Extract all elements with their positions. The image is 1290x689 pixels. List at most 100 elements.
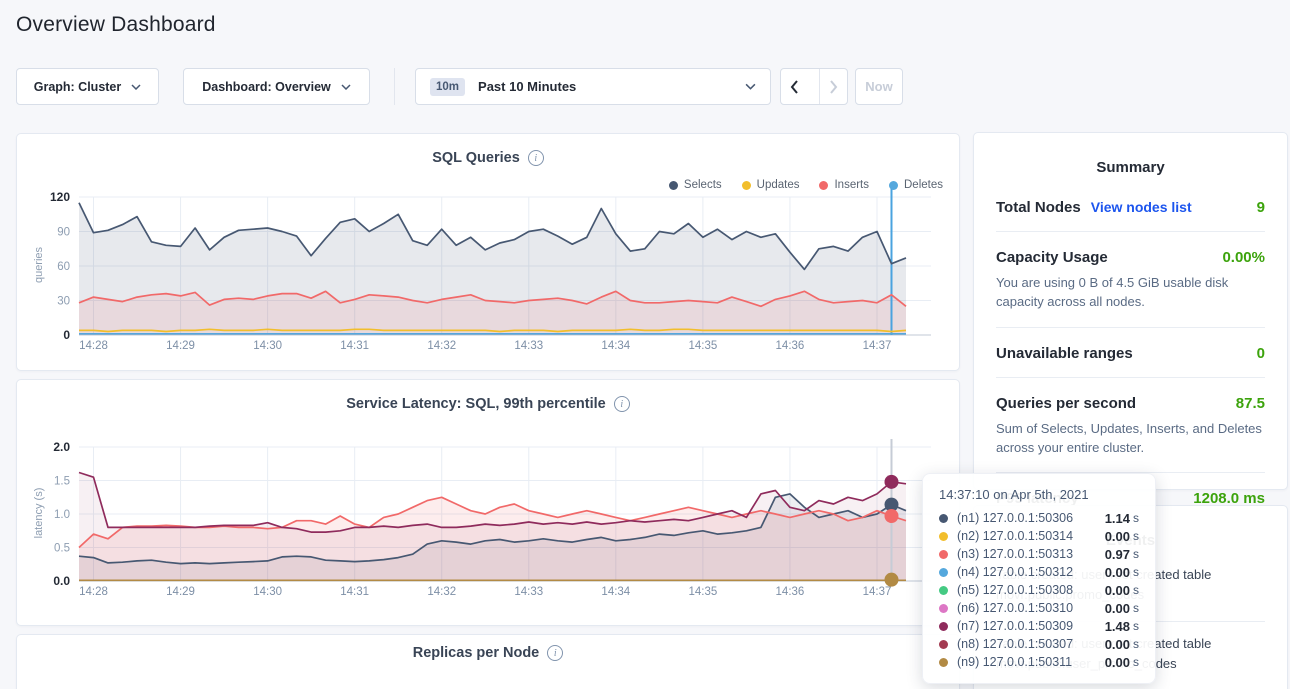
summary-row-value: 9 (1257, 199, 1265, 216)
svg-text:14:33: 14:33 (514, 340, 543, 352)
tooltip-node-row: (n1) 127.0.0.1:503061.14s (939, 509, 1139, 527)
service-latency-card: Service Latency: SQL, 99th percentile i … (16, 379, 960, 626)
svg-text:14:30: 14:30 (253, 586, 282, 598)
svg-text:2.0: 2.0 (53, 440, 70, 454)
tooltip-node-value: 0.97 (1105, 547, 1130, 562)
node-color-dot-icon (939, 640, 948, 649)
time-range-badge: 10m (430, 78, 465, 96)
tooltip-node-unit: s (1133, 583, 1139, 597)
page-title: Overview Dashboard (16, 13, 216, 37)
tooltip-timestamp: 14:37:10 on Apr 5th, 2021 (939, 487, 1139, 502)
overview-dashboard-page: Overview Dashboard Graph: Cluster Dashbo… (0, 0, 1290, 689)
svg-text:14:32: 14:32 (427, 586, 456, 598)
tooltip-node-address: (n4) 127.0.0.1:50312 (957, 565, 1105, 579)
node-color-dot-icon (939, 550, 948, 559)
now-button[interactable]: Now (855, 68, 903, 105)
replicas-title-row: Replicas per Node i (17, 645, 959, 661)
summary-row-value: 87.5 (1236, 395, 1265, 412)
sql-queries-chart[interactable]: 14:2814:2914:3014:3114:3214:3314:3414:35… (17, 134, 961, 372)
tooltip-node-row: (n5) 127.0.0.1:503080.00s (939, 581, 1139, 599)
svg-text:14:28: 14:28 (79, 586, 108, 598)
svg-text:14:29: 14:29 (166, 586, 195, 598)
tooltip-node-address: (n1) 127.0.0.1:50306 (957, 511, 1105, 525)
summary-title: Summary (974, 159, 1287, 176)
dashboard-dropdown-label: Dashboard: Overview (202, 80, 331, 94)
node-color-dot-icon (939, 514, 948, 523)
tooltip-node-unit: s (1133, 601, 1139, 615)
next-range-button[interactable] (819, 69, 847, 104)
summary-row-description: You are using 0 B of 4.5 GiB usable disk… (996, 274, 1265, 312)
chevron-down-icon (745, 83, 756, 90)
summary-row-value: 0 (1257, 345, 1265, 362)
tooltip-node-value: 0.00 (1105, 583, 1130, 598)
svg-text:14:29: 14:29 (166, 340, 195, 352)
replicas-per-node-card: Replicas per Node i (16, 634, 960, 689)
node-color-dot-icon (939, 604, 948, 613)
tooltip-node-value: 1.48 (1105, 619, 1130, 634)
svg-text:1.0: 1.0 (54, 509, 70, 521)
tooltip-node-row: (n3) 127.0.0.1:503130.97s (939, 545, 1139, 563)
tooltip-node-value: 0.00 (1105, 655, 1130, 670)
tooltip-node-row: (n4) 127.0.0.1:503120.00s (939, 563, 1139, 581)
tooltip-node-address: (n2) 127.0.0.1:50314 (957, 529, 1105, 543)
time-range-label: Past 10 Minutes (478, 79, 576, 94)
chart-hover-tooltip: 14:37:10 on Apr 5th, 2021 (n1) 127.0.0.1… (922, 473, 1156, 684)
svg-text:14:34: 14:34 (601, 586, 630, 598)
summary-row: Queries per second87.5Sum of Selects, Up… (996, 377, 1265, 473)
previous-range-button[interactable] (781, 69, 809, 104)
svg-text:14:28: 14:28 (79, 340, 108, 352)
graph-dropdown[interactable]: Graph: Cluster (16, 68, 159, 105)
summary-row-label: Total Nodes (996, 199, 1081, 216)
time-range-dropdown[interactable]: 10m Past 10 Minutes (415, 68, 771, 105)
summary-rows: Total Nodes View nodes list 9 Capacity Usag… (974, 176, 1287, 522)
tooltip-node-unit: s (1133, 547, 1139, 561)
svg-text:90: 90 (57, 227, 70, 239)
svg-text:0.0: 0.0 (53, 574, 70, 588)
svg-text:14:36: 14:36 (776, 340, 805, 352)
summary-row-value: 0.00% (1222, 249, 1265, 266)
tooltip-node-row: (n6) 127.0.0.1:503100.00s (939, 599, 1139, 617)
summary-panel: Summary Total Nodes View nodes list 9 Capac… (973, 132, 1288, 490)
tooltip-node-address: (n9) 127.0.0.1:50311 (957, 655, 1105, 669)
tooltip-node-rows: (n1) 127.0.0.1:503061.14s(n2) 127.0.0.1:… (939, 509, 1139, 671)
summary-row: Total Nodes View nodes list 9 (996, 182, 1265, 231)
svg-text:14:33: 14:33 (514, 586, 543, 598)
svg-text:14:36: 14:36 (776, 586, 805, 598)
svg-text:1.5: 1.5 (54, 476, 70, 488)
svg-text:120: 120 (50, 190, 70, 204)
summary-row-label: Capacity Usage (996, 249, 1108, 266)
tooltip-node-address: (n7) 127.0.0.1:50309 (957, 619, 1105, 633)
svg-text:0: 0 (63, 328, 70, 342)
svg-text:60: 60 (57, 261, 70, 273)
chevron-down-icon (341, 84, 351, 90)
tooltip-node-address: (n8) 127.0.0.1:50307 (957, 637, 1105, 651)
svg-text:14:35: 14:35 (688, 586, 717, 598)
node-color-dot-icon (939, 622, 948, 631)
tooltip-node-row: (n7) 127.0.0.1:503091.48s (939, 617, 1139, 635)
tooltip-node-unit: s (1133, 655, 1139, 669)
tooltip-node-unit: s (1133, 619, 1139, 633)
summary-row-label: Queries per second (996, 395, 1136, 412)
svg-text:30: 30 (57, 296, 70, 308)
svg-text:14:31: 14:31 (340, 586, 369, 598)
svg-text:14:31: 14:31 (340, 340, 369, 352)
tooltip-node-row: (n2) 127.0.0.1:503140.00s (939, 527, 1139, 545)
tooltip-node-address: (n6) 127.0.0.1:50310 (957, 601, 1105, 615)
node-color-dot-icon (939, 568, 948, 577)
tooltip-node-value: 0.00 (1105, 565, 1130, 580)
node-color-dot-icon (939, 532, 948, 541)
service-latency-chart[interactable]: 14:28 14:29 14:30 14:31 14:32 14:33 14:34 14:35… (17, 380, 961, 627)
view-nodes-list-link[interactable]: View nodes list (1091, 199, 1192, 215)
tooltip-node-unit: s (1133, 529, 1139, 543)
sql-queries-card: SQL Queries i SelectsUpdatesInsertsDelet… (16, 133, 960, 371)
tooltip-node-unit: s (1133, 637, 1139, 651)
tooltip-node-unit: s (1133, 511, 1139, 525)
dashboard-dropdown[interactable]: Dashboard: Overview (183, 68, 370, 105)
tooltip-node-unit: s (1133, 565, 1139, 579)
tooltip-node-value: 0.00 (1105, 529, 1130, 544)
svg-text:14:37: 14:37 (863, 586, 892, 598)
time-range-step-buttons (780, 68, 848, 105)
tooltip-node-row: (n8) 127.0.0.1:503070.00s (939, 635, 1139, 653)
graph-dropdown-label: Graph: Cluster (34, 80, 122, 94)
info-icon[interactable]: i (547, 645, 563, 661)
